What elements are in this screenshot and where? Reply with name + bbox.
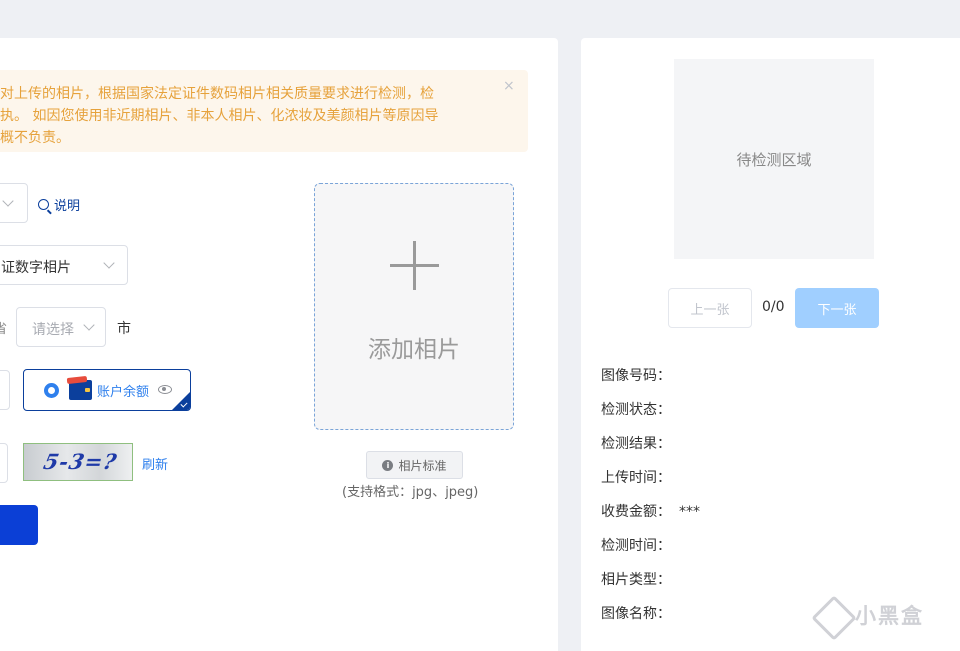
info-label: 检测时间： (601, 538, 671, 554)
radio-selected-icon (44, 383, 59, 398)
photo-standard-label: 相片标准 (398, 458, 447, 473)
add-photo-label: 添加相片 (368, 337, 460, 363)
info-row: 收费金额： *** (601, 501, 700, 521)
payment-option-balance[interactable]: 账户余额 (23, 369, 191, 411)
photo-standard-button[interactable]: i 相片标准 (366, 451, 463, 479)
search-icon (38, 199, 49, 210)
notice-line-2: 执。 如因您使用非近期相片、非本人相片、化浓妆及美颜相片等原因导 (0, 108, 439, 124)
chevron-down-icon (83, 319, 95, 331)
payment-label: 账户余额 (97, 385, 150, 400)
info-label: 相片类型： (601, 572, 671, 588)
chevron-down-icon (103, 257, 115, 269)
photo-type-value: 证数字相片 (1, 260, 71, 276)
add-photo-dropzone[interactable]: 添加相片 (314, 183, 514, 430)
heybox-logo-icon (815, 598, 849, 632)
city-label: 市 (117, 321, 131, 337)
document-type-select[interactable] (0, 183, 28, 223)
wallet-icon (69, 380, 92, 400)
next-button[interactable]: 下一张 (795, 288, 879, 328)
watermark-text: 小黑盒 (855, 604, 924, 628)
info-label: 图像名称： (601, 606, 671, 622)
image-counter: 0/0 (762, 299, 785, 315)
supported-formats: (支持格式：jpg、jpeg) (342, 485, 479, 500)
info-row: 上传时间： (601, 467, 679, 487)
notice-line-1: 对上传的相片，根据国家法定证件数码相片相关质量要求进行检测，检 (0, 86, 434, 102)
notice-line-3: 概不负责。 (0, 130, 70, 146)
selected-corner (172, 392, 190, 410)
refresh-captcha-link[interactable]: 刷新 (142, 454, 168, 473)
info-label: 收费金额： (601, 504, 671, 520)
info-row: 图像号码： (601, 365, 679, 385)
close-icon[interactable]: × (503, 78, 515, 94)
eye-icon[interactable] (158, 385, 172, 394)
city-select[interactable]: 请选择 (16, 307, 106, 347)
province-label: 省 (0, 322, 8, 337)
preview-area: 待检测区域 (674, 59, 874, 259)
photo-type-select[interactable]: 证数字相片 (0, 245, 128, 285)
captcha-input[interactable] (0, 443, 8, 483)
submit-button[interactable] (0, 505, 38, 545)
info-icon: i (382, 459, 394, 471)
explain-link[interactable]: 说明 (38, 195, 80, 214)
explain-label: 说明 (54, 199, 81, 214)
info-row: 图像名称： (601, 603, 679, 623)
preview-label: 待检测区域 (736, 150, 812, 169)
info-label: 检测结果： (601, 436, 671, 452)
info-label: 上传时间： (601, 470, 671, 486)
captcha-image[interactable]: 5-3=? (23, 443, 133, 481)
info-row: 检测结果： (601, 433, 679, 453)
info-label: 检测状态： (601, 402, 671, 418)
prev-button[interactable]: 上一张 (668, 288, 752, 328)
info-value: *** (679, 504, 700, 520)
info-label: 图像号码： (601, 368, 671, 384)
info-row: 检测时间： (601, 535, 679, 555)
city-placeholder: 请选择 (32, 322, 74, 338)
chevron-down-icon (2, 195, 14, 207)
info-row: 相片类型： (601, 569, 679, 589)
notice-alert: 对上传的相片，根据国家法定证件数码相片相关质量要求进行检测，检 执。 如因您使用… (0, 70, 528, 152)
photo-upload-panel: 对上传的相片，根据国家法定证件数码相片相关质量要求进行检测，检 执。 如因您使用… (0, 38, 558, 651)
detection-panel: 待检测区域 上一张 0/0 下一张 图像号码： 检测状态： 检测结果： 上传时间… (581, 38, 960, 651)
info-row: 检测状态： (601, 399, 679, 419)
captcha-text: 5-3=? (41, 449, 120, 474)
watermark: 小黑盒 (815, 598, 924, 632)
payment-input[interactable] (0, 370, 10, 410)
plus-icon-vertical (413, 241, 416, 290)
